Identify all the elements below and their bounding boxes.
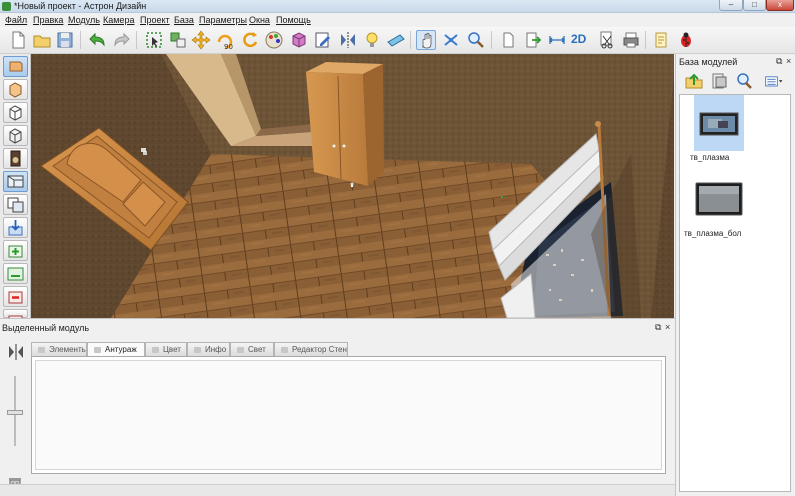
add-area-icon[interactable]: [3, 263, 28, 284]
menu-help[interactable]: Помощь: [276, 15, 311, 25]
selected-module-dock-button[interactable]: ⧉: [655, 322, 661, 333]
selected-module-title: Выделенный модуль: [2, 323, 90, 333]
light-bulb-icon[interactable]: [362, 30, 382, 50]
module-item-tv-plasma[interactable]: тв_плазма: [684, 95, 788, 165]
selected-module-panel: Выделенный модуль ⧉ × Элементы Антураж Ц…: [0, 318, 675, 496]
module-label: тв_плазма_бол: [684, 229, 742, 238]
redo-icon[interactable]: [111, 30, 131, 50]
notes-icon[interactable]: [651, 30, 671, 50]
menu-database[interactable]: База: [174, 15, 194, 25]
tab-content: [31, 356, 666, 474]
bug-icon[interactable]: [676, 30, 696, 50]
import-icon[interactable]: [3, 217, 28, 238]
select-add-icon[interactable]: [168, 30, 188, 50]
maximize-button[interactable]: □: [743, 0, 766, 11]
module-thumbnail: [694, 95, 744, 151]
module-thumbnail: [694, 171, 744, 227]
menu-file[interactable]: Файл: [5, 15, 27, 25]
cube-texture-icon[interactable]: [289, 30, 309, 50]
doc-icon[interactable]: [498, 30, 518, 50]
toolbar-separator: [491, 31, 492, 49]
rotate-90-icon[interactable]: 90: [215, 30, 235, 50]
slider-handle[interactable]: [7, 410, 23, 415]
scissors-icon[interactable]: [597, 30, 617, 50]
rotate-icon[interactable]: [240, 30, 260, 50]
menu-edit[interactable]: Правка: [33, 15, 63, 25]
module-view-icon[interactable]: [709, 71, 729, 91]
app-icon: [2, 2, 11, 11]
save-icon[interactable]: [55, 30, 75, 50]
export-icon[interactable]: [523, 30, 543, 50]
wall-tool-icon[interactable]: [3, 56, 28, 77]
selected-module-sidebar: [0, 336, 30, 496]
module-base-dock-button[interactable]: ⧉: [776, 56, 782, 67]
window-title: *Новый проект - Астрон Дизайн: [14, 1, 147, 11]
menu-project[interactable]: Проект: [140, 15, 170, 25]
box-tool-icon[interactable]: [3, 79, 28, 100]
menu-module[interactable]: Модуль: [68, 15, 100, 25]
close-button[interactable]: x: [766, 0, 794, 11]
open-folder-icon[interactable]: [32, 30, 52, 50]
mirror-icon[interactable]: [338, 30, 358, 50]
module-item-tv-plasma-large[interactable]: тв_плазма_бол: [684, 171, 788, 241]
speaker-icon[interactable]: [3, 148, 28, 169]
tab-wall-editor[interactable]: Редактор Стен: [274, 342, 348, 356]
left-toolbar: [0, 54, 31, 325]
status-bar: [0, 484, 675, 496]
module-base-panel: База модулей ⧉ × тв_плазма тв_плазма_бол: [675, 54, 795, 496]
module-base-close-button[interactable]: ×: [786, 56, 791, 66]
menu-parameters[interactable]: Параметры: [199, 15, 247, 25]
svg-text:90: 90: [224, 43, 233, 50]
color-palette-icon[interactable]: [264, 30, 284, 50]
title-bar: *Новый проект - Астрон Дизайн – □ x: [0, 0, 795, 13]
toolbar-separator: [136, 31, 137, 49]
print-icon[interactable]: [621, 30, 641, 50]
plus-green-icon[interactable]: [3, 240, 28, 261]
tab-color[interactable]: Цвет: [145, 342, 187, 356]
menu-bar: Файл Правка Модуль Камера Проект База Па…: [0, 13, 795, 27]
menu-windows[interactable]: Окна: [249, 15, 270, 25]
view-2d-button[interactable]: 2D: [571, 32, 586, 46]
module-base-toolbar: [676, 68, 795, 94]
module-search-icon[interactable]: [734, 71, 754, 91]
main-toolbar: 90 2D: [0, 27, 795, 54]
toolbar-separator: [410, 31, 411, 49]
box-open-icon[interactable]: [3, 125, 28, 146]
tab-content-area: [35, 360, 662, 470]
select-frame-icon[interactable]: [144, 30, 164, 50]
minimize-button[interactable]: –: [719, 0, 743, 11]
folder-up-icon[interactable]: [684, 71, 704, 91]
mirror-module-icon[interactable]: [6, 342, 26, 362]
move-icon[interactable]: [191, 30, 211, 50]
orbit-icon[interactable]: [441, 30, 461, 50]
view-duplicate-icon[interactable]: [3, 194, 28, 215]
selected-module-close-button[interactable]: ×: [665, 322, 670, 332]
dimension-icon[interactable]: [547, 30, 567, 50]
delete-red-icon[interactable]: [3, 286, 28, 307]
ruler-icon[interactable]: [386, 30, 406, 50]
view-mode-icon[interactable]: [764, 71, 788, 91]
view-perspective-icon[interactable]: [3, 171, 28, 192]
tab-elements[interactable]: Элементы: [31, 342, 87, 356]
toolbar-separator: [645, 31, 646, 49]
menu-camera[interactable]: Камера: [103, 15, 134, 25]
undo-icon[interactable]: [88, 30, 108, 50]
remove-red-icon[interactable]: [3, 309, 28, 325]
toolbar-separator: [80, 31, 81, 49]
module-label: тв_плазма: [690, 153, 730, 162]
tab-entourage[interactable]: Антураж: [87, 342, 145, 357]
zoom-icon[interactable]: [466, 30, 486, 50]
new-file-icon[interactable]: [8, 30, 28, 50]
3d-viewport[interactable]: [31, 54, 674, 318]
box-outline-icon[interactable]: [3, 102, 28, 123]
module-base-title: База модулей: [679, 57, 738, 67]
app-window: *Новый проект - Астрон Дизайн – □ x Файл…: [0, 0, 795, 496]
hand-pan-icon[interactable]: [416, 30, 436, 50]
tab-info[interactable]: Инфо: [187, 342, 230, 356]
module-list: тв_плазма тв_плазма_бол: [679, 94, 791, 492]
edit-module-icon[interactable]: [313, 30, 333, 50]
tab-light[interactable]: Свет: [230, 342, 274, 356]
